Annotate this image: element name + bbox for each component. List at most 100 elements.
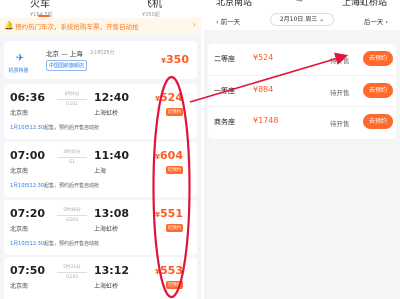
detail-header: 北京南站 → 上海虹桥站 ‹ 前一天 2月10日 周三 ⌄ 后一天 ›	[204, 0, 400, 30]
train-meta: 6时4分 G101	[57, 91, 87, 107]
seat-status: 待开售	[330, 57, 350, 65]
train-price-value: 551	[160, 207, 183, 220]
presale-text: 起售，预约后开售自动抢	[43, 125, 99, 131]
grab-ticket-notice[interactable]: 🔔 预约热门车次，系统抢购车票，开售自动抢 ›	[0, 18, 201, 34]
flight-price: ¥350	[161, 53, 189, 66]
departure-time: 06:36	[10, 91, 46, 104]
train-price: ¥553	[155, 264, 183, 277]
departure-time: 07:50	[10, 264, 46, 277]
reserve-button[interactable]: 去预约	[363, 51, 393, 66]
train-number: G103	[65, 218, 79, 223]
train-price-value: 524	[160, 91, 183, 104]
origin-station: 北京南站	[216, 0, 253, 8]
train-meta: 5时48分 G103	[57, 207, 87, 223]
train-meta: 5时22分 G143	[57, 264, 87, 280]
plane-icon: ✈	[15, 53, 25, 64]
arrival-station: 上海虹桥	[94, 283, 119, 290]
train-price-value: 604	[160, 149, 183, 162]
seat-status: 待开售	[330, 89, 350, 97]
train-list-panel: 火车 ¥164.5起 飞机 ¥350起 🔔 预约热门车次，系统抢购车票，开售自动…	[0, 0, 201, 299]
bell-icon: 🔔	[4, 21, 14, 30]
flight-promo-card[interactable]: ✈ 机票特惠 北京 — 上海 2小时25分 中国国航旗舰店 ¥350	[4, 41, 197, 79]
travel-duration: 6时4分	[64, 92, 80, 97]
train-number: G1	[68, 160, 76, 165]
train-price: ¥551	[155, 207, 183, 220]
tab-flight-label: 飞机	[142, 0, 162, 10]
destination-station: 上海虹桥站	[342, 0, 388, 8]
mode-tabs: 火车 ¥164.5起 飞机 ¥350起	[0, 0, 201, 18]
seat-status: 待开售	[330, 120, 350, 128]
presale-time: 1月10日12:30	[10, 241, 44, 247]
flight-badge-label: 机票特惠	[8, 68, 29, 74]
route-line	[57, 157, 87, 158]
departure-station: 北京南	[10, 283, 29, 290]
arrival-time: 13:12	[94, 264, 130, 277]
train-number: G101	[65, 102, 79, 107]
departure-time: 07:00	[10, 149, 46, 162]
reserve-button[interactable]: 去预约	[363, 83, 393, 98]
departure-station: 北京南	[10, 110, 29, 117]
departure-time: 07:20	[10, 207, 46, 220]
presale-time: 1月10日12:30	[10, 125, 44, 131]
seat-row-business-class: 商务座 ¥1748 待开售 去预约	[208, 106, 396, 137]
presale-note: 1月10日12:30起售，预约后开售自动抢	[10, 182, 99, 189]
tab-train-label: 火车	[30, 0, 50, 10]
train-row[interactable]: 07:20 5时48分 G103 13:08 北京南 上海虹桥 ¥551 可预约…	[4, 200, 197, 255]
date-selector[interactable]: 2月10日 周三 ⌄	[270, 13, 334, 26]
presale-text: 起售，预约后开售自动抢	[43, 241, 99, 247]
arrival-station: 上海虹桥	[94, 110, 119, 117]
airline-store-tag: 中国国航旗舰店	[46, 60, 88, 71]
arrival-station: 上海	[94, 168, 107, 175]
presale-note: 1月10日12:30起售，预约后开售自动抢	[10, 240, 99, 247]
route-line	[57, 99, 87, 100]
tab-flight[interactable]: 飞机 ¥350起	[142, 0, 162, 18]
departure-station: 北京南	[10, 168, 29, 175]
train-price-value: 553	[160, 264, 183, 277]
presale-note: 1月10日12:30起售，预约后开售自动抢	[10, 124, 99, 131]
reserve-button[interactable]: 去预约	[363, 114, 393, 129]
route-arrow-icon: →	[296, 0, 303, 5]
seat-price: ¥1748	[253, 116, 279, 125]
next-day-button[interactable]: 后一天 ›	[364, 16, 388, 26]
tab-flight-sub: ¥350起	[142, 12, 160, 18]
seat-class-name: 商务座	[214, 118, 235, 126]
notice-text: 预约热门车次，系统抢购车票，开售自动抢	[15, 23, 139, 31]
prev-day-button[interactable]: ‹ 前一天	[216, 16, 240, 26]
travel-duration: 5时48分	[63, 208, 81, 213]
train-number: G143	[65, 275, 79, 280]
train-price: ¥524	[155, 91, 183, 104]
train-row[interactable]: 06:36 6时4分 G101 12:40 北京南 上海虹桥 ¥524 可预约 …	[4, 84, 197, 139]
train-price: ¥604	[155, 149, 183, 162]
flight-duration: 2小时25分	[90, 50, 115, 56]
travel-duration: 4时40分	[63, 150, 81, 155]
seat-class-list: 二等座 ¥524 待开售 去预约 一等座 ¥884 待开售 去预约 商务座 ¥1…	[208, 44, 396, 139]
seat-class-name: 一等座	[214, 87, 235, 95]
arrival-station: 上海虹桥	[94, 226, 119, 233]
train-row[interactable]: 07:00 4时40分 G1 11:40 北京南 上海 ¥604 可预约 1月1…	[4, 142, 197, 197]
presale-time: 1月10日12:30	[10, 183, 44, 189]
travel-duration: 5时22分	[63, 265, 81, 270]
seat-price: ¥524	[253, 53, 274, 62]
reservable-badge[interactable]: 可预约	[165, 281, 183, 289]
presale-text: 起售，预约后开售自动抢	[43, 183, 99, 189]
route-line	[57, 215, 87, 216]
chevron-right-icon: ›	[192, 20, 196, 29]
seat-class-name: 二等座	[214, 55, 235, 63]
train-meta: 4时40分 G1	[57, 149, 87, 165]
flight-route: 北京 — 上海	[46, 50, 83, 58]
arrival-time: 12:40	[94, 91, 130, 104]
seat-row-second-class: 二等座 ¥524 待开售 去预约	[208, 44, 396, 75]
departure-station: 北京南	[10, 226, 29, 233]
seat-row-first-class: 一等座 ¥884 待开售 去预约	[208, 75, 396, 106]
route-line	[57, 272, 87, 273]
active-tab-indicator	[38, 15, 50, 17]
reservable-badge[interactable]: 可预约	[165, 166, 183, 174]
reservable-badge[interactable]: 可预约	[165, 224, 183, 232]
arrival-time: 13:08	[94, 207, 130, 220]
reservable-badge[interactable]: 可预约	[165, 108, 183, 116]
flight-price-value: 350	[166, 53, 189, 66]
train-detail-panel: 北京南站 → 上海虹桥站 ‹ 前一天 2月10日 周三 ⌄ 后一天 › 二等座 …	[204, 0, 400, 299]
seat-price: ¥884	[253, 85, 274, 94]
train-row[interactable]: 07:50 5时22分 G143 13:12 北京南 上海虹桥 ¥553 可预约	[4, 257, 197, 299]
arrival-time: 11:40	[94, 149, 130, 162]
